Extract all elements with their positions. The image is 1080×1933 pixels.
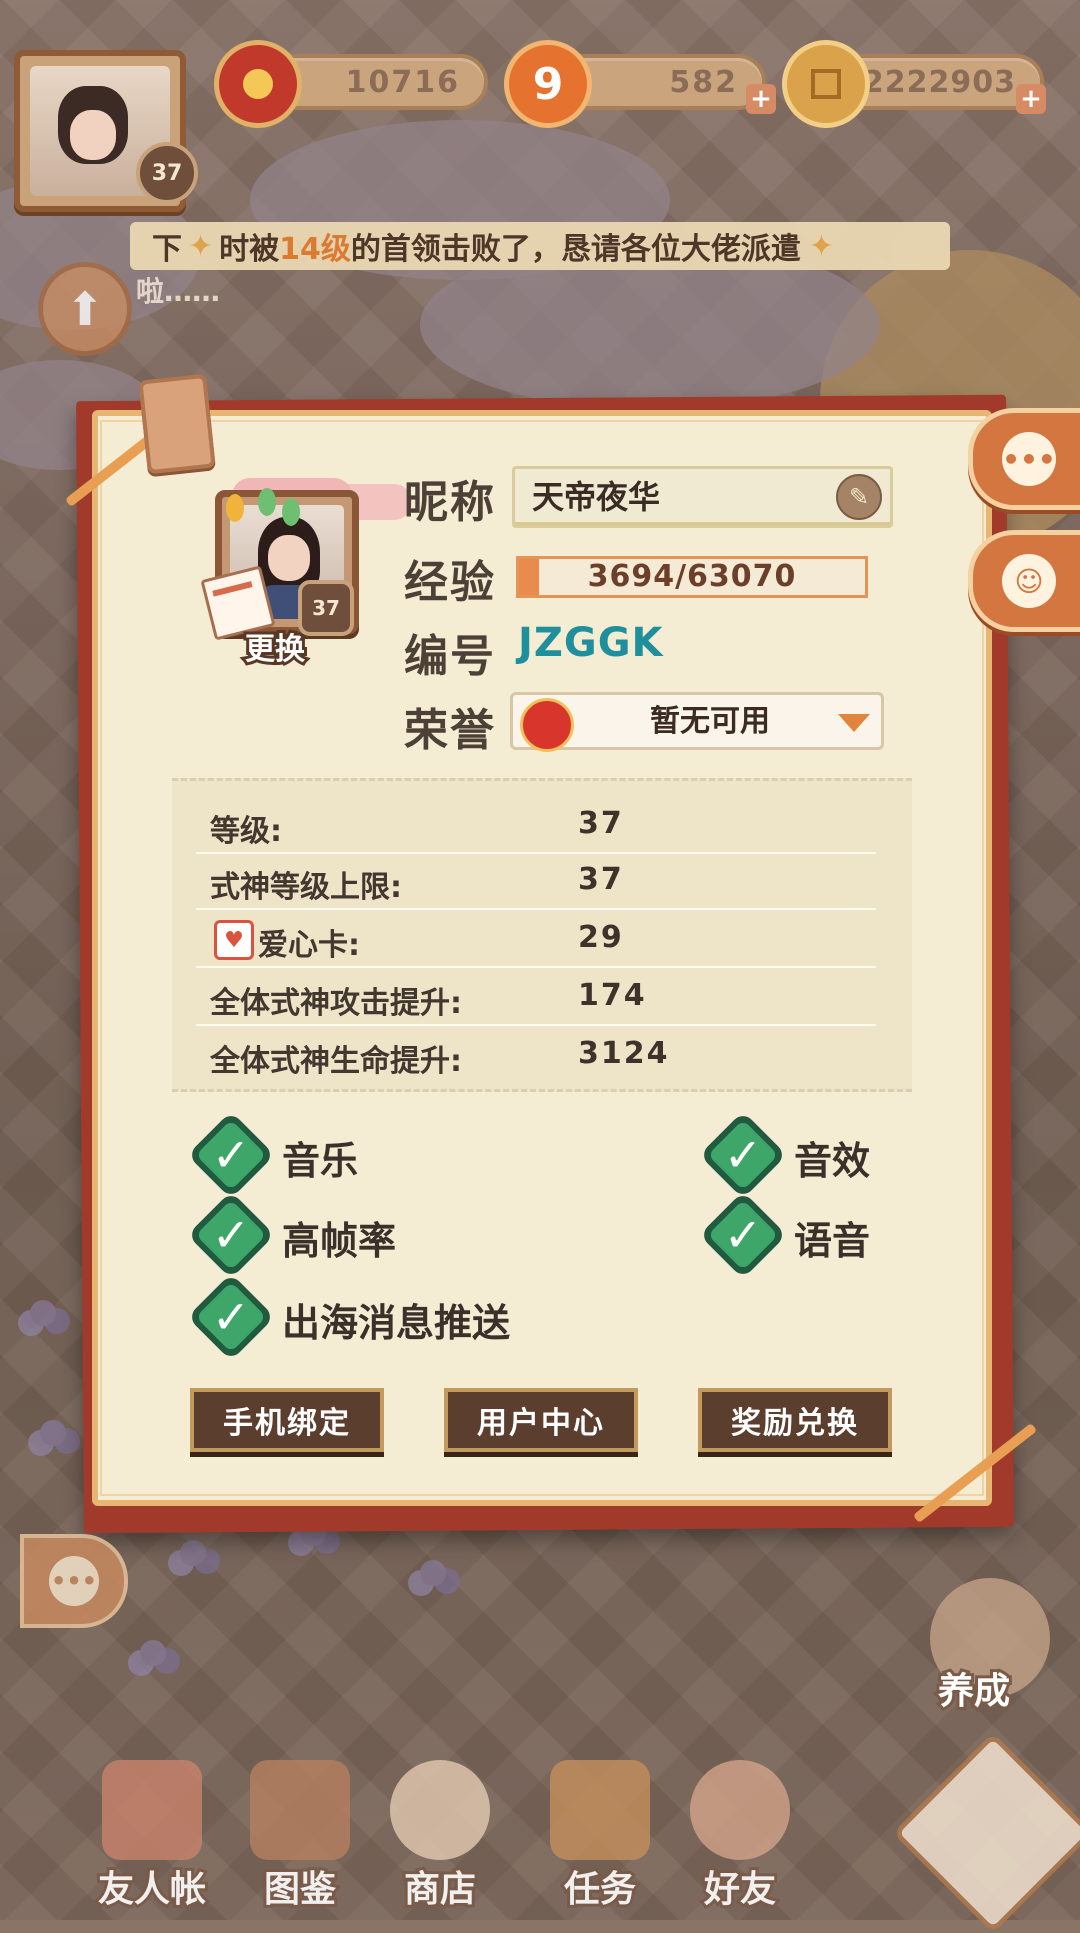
wooden-tag-decoration [138,373,216,475]
heart-card-icon: ♥ [214,920,254,960]
check-mark-icon: ✓ [211,1208,251,1262]
plus-icon: + [1020,84,1042,114]
nav-tasks[interactable]: 任务 [540,1760,660,1913]
player-level-text: 37 [151,160,183,186]
nav-shop-label: 商店 [401,1866,479,1913]
character-icon: ☺ [1002,554,1056,608]
task-box-icon [550,1760,650,1860]
resource-1-value: 10716 [345,64,460,100]
voice-label: 语音 [794,1219,871,1263]
exp-label: 经验 [404,557,496,608]
high-framerate-label: 高帧率 [282,1219,397,1263]
honor-label: 荣誉 [404,705,496,756]
push-label: 出海消息推送 [282,1301,511,1345]
push-notification-toggle[interactable]: ✓ 出海消息推送 [187,1273,560,1361]
news-text-prefix: 下 [152,232,182,267]
character-side-button[interactable]: ☺ [968,530,1080,632]
eye-scroll-icon [250,1760,350,1860]
nickname-label: 昵称 [404,477,496,528]
stat-label: 爱心卡: [258,928,360,963]
user-center-button[interactable]: 用户中心 [444,1388,638,1452]
news-text-line2: 啦…… [136,275,221,308]
honor-value: 暂无可用 [650,704,770,739]
book-icon [102,1760,202,1860]
resource-2-value: 582 [669,64,738,100]
sound-effects-label: 音效 [794,1139,871,1183]
arrow-up-icon: ⬆ [65,282,105,336]
add-resource-3-button[interactable]: + [1016,84,1046,114]
chat-button[interactable]: ••• [20,1534,128,1628]
stat-row: 式神等级上限: 37 [196,854,876,910]
stat-row: ♥ 爱心卡: 29 [196,912,876,968]
check-mark-icon: ✓ [723,1208,763,1262]
stat-value: 37 [578,862,624,897]
stat-row: 全体式神攻击提升: 174 [196,970,876,1026]
nickname-value: 天帝夜华 [532,478,661,516]
music-toggle[interactable]: ✓ 音乐 [187,1111,460,1199]
voice-toggle[interactable]: ✓ 语音 [699,1191,912,1279]
nav-friends[interactable]: 好友 [680,1760,800,1913]
level-up-arrow-button[interactable]: ⬆ [38,262,132,356]
magatama-icon: 9 [504,40,592,128]
sparkle-icon: ✦ [188,228,214,264]
stat-label: 式神等级上限: [210,870,402,905]
player-level-badge: 37 [136,142,198,204]
nav-atlas[interactable]: 图鉴 [240,1760,360,1913]
sparkle-icon: ✦ [808,228,835,264]
lucky-cat-icon [390,1760,490,1860]
leaf-decoration [258,488,276,516]
stat-label: 全体式神攻击提升: [210,986,462,1021]
raise-label[interactable]: 养成 [935,1662,1013,1715]
bind-phone-button[interactable]: 手机绑定 [190,1388,384,1452]
sound-effects-toggle[interactable]: ✓ 音效 [699,1111,912,1199]
coin-square-hole [811,69,841,99]
nav-friend-book[interactable]: 友人帐 [92,1760,212,1913]
stat-value: 37 [578,806,624,841]
music-label: 音乐 [282,1139,359,1183]
redeem-reward-button[interactable]: 奖励兑换 [698,1388,892,1452]
chat-bubble-icon: ••• [1002,432,1056,486]
chat-side-button[interactable]: ••• [968,408,1080,510]
avatar-face [268,535,310,581]
chat-bubble-icon: ••• [49,1556,99,1606]
stat-label: 等级: [210,814,282,849]
check-mark-icon: ✓ [211,1128,251,1182]
chevron-down-icon[interactable] [838,714,870,732]
nav-tasks-label: 任务 [561,1866,639,1913]
stat-row: 等级: 37 [196,798,876,854]
stat-row: 全体式神生命提升: 3124 [196,1028,876,1082]
news-text-b: 的首领击败了，恳请各位大佬派遣 [350,232,801,267]
nav-atlas-label: 图鉴 [261,1866,339,1913]
nav-shop[interactable]: 商店 [380,1760,500,1913]
stat-label: 全体式神生命提升: [210,1044,462,1079]
nav-friends-label: 好友 [701,1866,779,1913]
player-avatar-face [58,86,128,164]
stat-value: 29 [578,920,624,955]
friends-dolls-icon [690,1760,790,1860]
news-text-a: 时被 [219,232,280,267]
exp-value: 3694/63070 [587,559,797,594]
stat-value: 3124 [578,1036,670,1071]
check-mark-icon: ✓ [211,1290,251,1344]
avatar-level-text: 37 [312,596,340,620]
news-ticker: 下 ✦ 时被 14级 的首领击败了，恳请各位大佬派遣 ✦ [130,222,950,270]
resource-3-value: 2222903 [862,64,1016,100]
plum-blossom-icon [214,40,302,128]
stat-value: 174 [578,978,647,1013]
leaf-decoration [226,494,244,522]
edit-nickname-icon[interactable]: ✎ [836,474,882,520]
change-avatar-button[interactable]: 更换 [200,624,350,670]
id-value: JZGGK [518,620,664,666]
add-resource-2-button[interactable]: + [746,84,776,114]
plus-icon: + [750,84,772,114]
plum-blossom-center [243,69,273,99]
check-mark-icon: ✓ [723,1128,763,1182]
gold-coin-icon [782,40,870,128]
news-text-highlight: 14级 [279,232,351,267]
high-framerate-toggle[interactable]: ✓ 高帧率 [187,1191,460,1279]
nav-friend-book-label: 友人帐 [95,1866,209,1913]
leaf-decoration [282,498,300,526]
id-label: 编号 [404,631,496,682]
